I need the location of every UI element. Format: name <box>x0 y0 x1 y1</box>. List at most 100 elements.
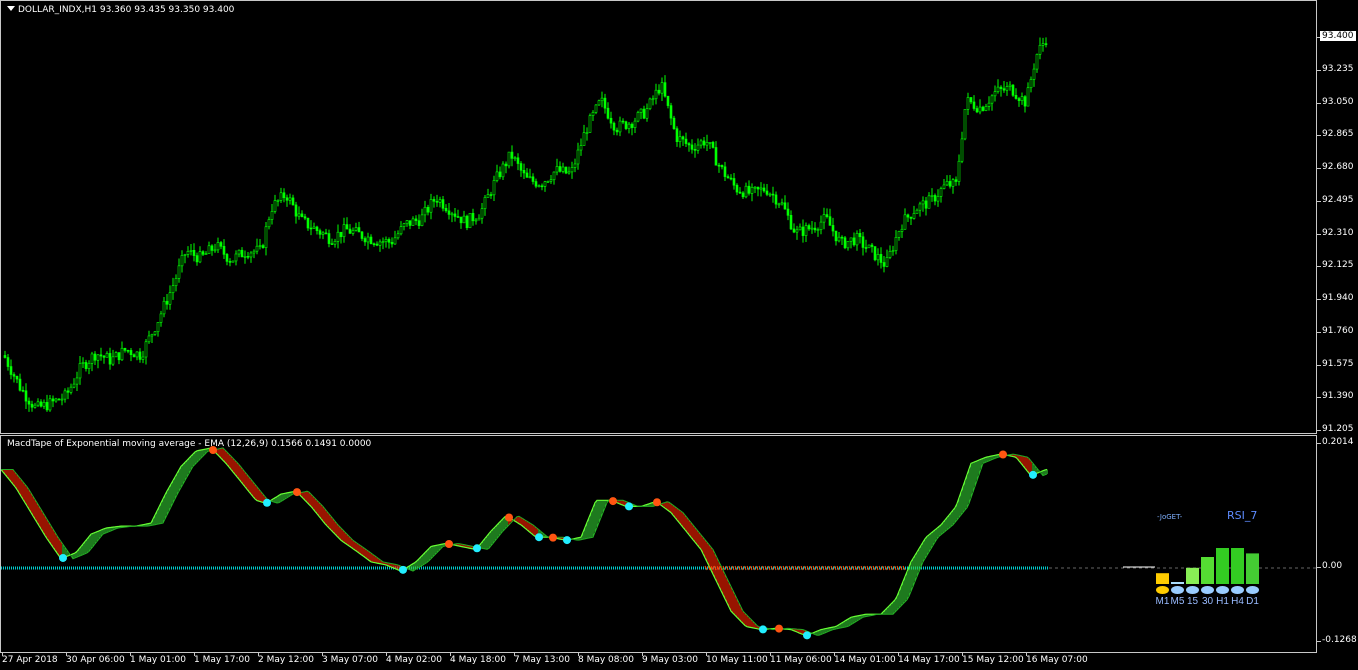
rsi-bar-cap <box>1246 586 1259 594</box>
rsi-timeframe-widget: M1 M5 15 30 H1 H4 D1 <box>1123 548 1259 607</box>
time-tick-label: 16 May 07:00 <box>1026 655 1088 665</box>
candle <box>147 330 151 344</box>
candle <box>822 207 826 230</box>
candle <box>447 202 451 220</box>
candle <box>702 136 706 149</box>
macd-tick-label: -0.1268 <box>1322 635 1357 645</box>
candle <box>30 400 34 412</box>
candle <box>531 173 535 185</box>
candle <box>492 175 496 202</box>
candle <box>699 138 703 149</box>
time-tick-label: 1 May 01:00 <box>130 655 186 665</box>
candle <box>102 355 106 364</box>
candle <box>1041 37 1045 52</box>
candle <box>939 186 943 203</box>
candle <box>612 121 616 136</box>
candle <box>162 296 166 318</box>
candle <box>543 180 547 192</box>
candle <box>351 227 355 236</box>
candle <box>651 95 655 106</box>
candle <box>285 194 289 207</box>
time-tick-mark <box>898 653 899 656</box>
candle <box>252 249 256 259</box>
candle <box>366 232 370 250</box>
candle <box>825 208 829 219</box>
candle <box>504 161 508 174</box>
candle <box>798 223 802 231</box>
candle <box>81 357 85 368</box>
candle <box>558 161 562 173</box>
rsi-timeframe-label: M1 <box>1156 596 1170 607</box>
time-axis: 27 Apr 2018 30 Apr 06:00 1 May 01:00 1 May … <box>0 653 1317 670</box>
time-tick-label: 30 Apr 06:00 <box>66 655 125 665</box>
candle <box>399 221 403 236</box>
candle <box>804 222 808 242</box>
candle <box>696 138 700 154</box>
candle <box>330 238 334 245</box>
candle <box>1026 82 1030 107</box>
candle <box>669 102 673 126</box>
candle <box>582 124 586 146</box>
candle <box>708 141 712 150</box>
candle <box>1017 96 1021 107</box>
candle <box>45 394 49 412</box>
price-tick-label: 91.940 <box>1322 293 1354 303</box>
candle <box>444 204 448 213</box>
candle <box>645 103 649 122</box>
candle <box>567 166 571 175</box>
candle <box>54 397 58 403</box>
candle <box>732 173 736 190</box>
candle <box>387 237 391 249</box>
candle <box>555 158 559 176</box>
candle <box>201 250 205 256</box>
candle <box>1032 63 1036 87</box>
candle <box>456 209 460 218</box>
price-chart-pane[interactable]: DOLLAR_INDX,H1 93.360 93.435 93.350 93.4… <box>0 0 1317 434</box>
price-tick-mark <box>1317 200 1321 202</box>
candle <box>384 236 388 248</box>
rsi-bar-cap <box>1216 586 1229 594</box>
candle <box>441 195 445 212</box>
candle <box>42 399 46 410</box>
candle <box>618 116 622 137</box>
candle <box>60 393 64 406</box>
candle <box>753 186 757 194</box>
candle <box>222 239 226 259</box>
candle <box>666 95 670 109</box>
macd-indicator-pane[interactable]: MacdTape of Exponential moving average -… <box>0 435 1317 653</box>
candle <box>744 182 748 199</box>
candle <box>729 174 733 181</box>
candle <box>909 216 913 226</box>
time-tick-label: 3 May 07:00 <box>322 655 378 665</box>
candle <box>486 188 490 198</box>
candle <box>27 397 31 412</box>
candle <box>885 249 889 268</box>
candle <box>894 230 898 255</box>
price-tick-mark <box>1317 102 1321 104</box>
candle <box>282 188 286 203</box>
candle <box>990 94 994 111</box>
time-tick-mark <box>578 653 579 656</box>
candle <box>501 161 505 180</box>
candle <box>864 239 868 253</box>
candle <box>495 164 499 183</box>
candle <box>654 83 658 105</box>
candle <box>1038 37 1042 60</box>
candle <box>996 79 1000 94</box>
time-tick-mark <box>66 653 67 656</box>
candle <box>546 180 550 183</box>
candle <box>993 85 997 102</box>
time-tick-label: 11 May 06:00 <box>770 655 832 665</box>
candle <box>621 118 625 125</box>
candle <box>1002 80 1006 93</box>
candle <box>816 227 820 237</box>
candle <box>498 166 502 180</box>
candle <box>477 214 481 221</box>
candle <box>801 219 805 243</box>
candle <box>987 96 991 111</box>
candle <box>537 184 541 188</box>
candle <box>843 235 847 250</box>
candle <box>762 183 766 193</box>
candle <box>609 111 613 129</box>
rsi-timeframe-label: M5 <box>1171 596 1185 607</box>
